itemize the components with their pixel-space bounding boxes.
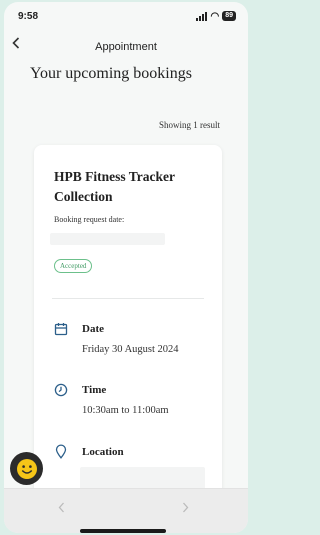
time-value: 10:30am to 11:00am [82, 405, 169, 416]
battery-icon: 89 [222, 11, 236, 21]
home-indicator[interactable] [80, 529, 166, 533]
status-time: 9:58 [18, 11, 39, 22]
booking-request-date-value [50, 233, 165, 245]
booking-request-date-label: Booking request date: [54, 215, 125, 224]
results-count: Showing 1 result [158, 120, 220, 130]
status-bar: 9:58 ◠ 89 [4, 2, 248, 30]
feedback-button[interactable] [10, 452, 43, 485]
location-pin-icon [54, 444, 68, 464]
status-badge: Accepted [54, 259, 93, 273]
phone-screen: 9:58 ◠ 89 Appointment Your upcoming book… [4, 2, 248, 533]
wifi-icon: ◠ [210, 10, 220, 22]
browser-back-button[interactable] [58, 501, 65, 516]
page-title: Appointment [95, 41, 157, 53]
browser-toolbar [4, 488, 248, 533]
booking-card[interactable]: HPB Fitness Tracker Collection Booking r… [34, 145, 222, 533]
location-label: Location [82, 446, 124, 458]
location-value [80, 467, 205, 489]
booking-title: HPB Fitness Tracker Collection [54, 169, 175, 204]
calendar-icon [54, 322, 68, 341]
time-label: Time [82, 384, 107, 396]
date-label: Date [82, 323, 104, 335]
cellular-signal-icon [196, 11, 208, 21]
smiley-face-icon [16, 458, 37, 479]
browser-forward-button[interactable] [182, 501, 189, 516]
clock-icon [54, 383, 68, 402]
status-icons: ◠ 89 [196, 11, 236, 21]
chevron-right-icon [183, 502, 189, 513]
bookings-heading: Your upcoming bookings [30, 65, 192, 82]
date-value: Friday 30 August 2024 [82, 344, 179, 355]
chevron-left-icon [58, 502, 64, 513]
divider [52, 298, 204, 299]
nav-bar: Appointment [4, 34, 248, 58]
